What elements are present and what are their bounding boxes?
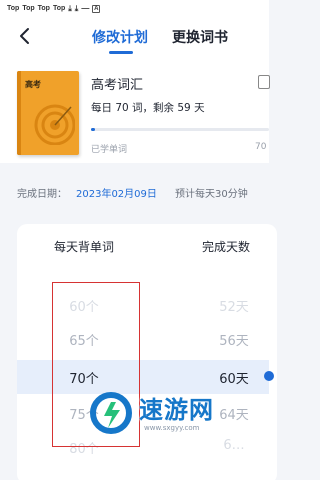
daily-time-estimate: 预计每天30分钟 [175, 189, 248, 200]
days-option-selected[interactable]: 60天 [204, 368, 264, 387]
status-text: Top [52, 5, 66, 12]
target-icon [34, 104, 75, 145]
completion-date-value: 2023年02月09日 [76, 189, 157, 200]
days-option[interactable]: 56天 [204, 330, 264, 349]
status-bar: Top Top Top Top ⤓ ⤓ — A [0, 0, 269, 17]
selection-indicator-dot [264, 371, 274, 381]
book-cover: 高考 [17, 71, 79, 155]
status-text: Top [37, 5, 50, 12]
learning-progress-fill [91, 128, 95, 131]
a-badge-icon: A [92, 4, 101, 13]
book-spine [17, 71, 21, 155]
status-text: Top [22, 5, 35, 12]
minus-icon: — [81, 4, 90, 13]
watermark-text: 速游网 [139, 396, 214, 424]
learned-words-label: 已学单词 [91, 145, 128, 155]
tab-modify-plan[interactable]: 修改计划 [92, 27, 148, 47]
watermark-url: www.sxgyy.com [144, 424, 200, 432]
status-text: Top [7, 5, 20, 12]
book-menu-icon[interactable] [258, 75, 270, 89]
back-arrow-icon[interactable] [14, 25, 36, 47]
top-navigation: 修改计划 更换词书 [0, 17, 269, 55]
cover-title: 高考 [25, 80, 41, 89]
daily-plan-summary: 每日 70 词，剩余 59 天 [91, 102, 205, 114]
download-icon: ⤓ [68, 3, 72, 13]
download-icon: ⤓ [74, 3, 79, 13]
words-per-day-header: 每天背单词 [54, 240, 115, 254]
completion-days-header: 完成天数 [202, 240, 251, 254]
learning-progress-bar [91, 128, 269, 131]
watermark: 速游网 www.sxgyy.com [86, 386, 269, 446]
tab-change-book[interactable]: 更换词书 [172, 27, 228, 47]
book-title: 高考词汇 [91, 78, 144, 93]
days-option[interactable]: 52天 [204, 296, 264, 315]
completion-date-label: 完成日期： [17, 189, 67, 200]
active-tab-indicator [109, 51, 133, 54]
watermark-logo-icon [90, 392, 132, 434]
learned-words-count: 70 [255, 142, 267, 152]
completion-info: 完成日期： 2023年02月09日 预计每天30分钟 [0, 163, 269, 218]
book-card: 高考 高考词汇 每日 70 词，剩余 59 天 已学单词 70 [0, 55, 270, 163]
